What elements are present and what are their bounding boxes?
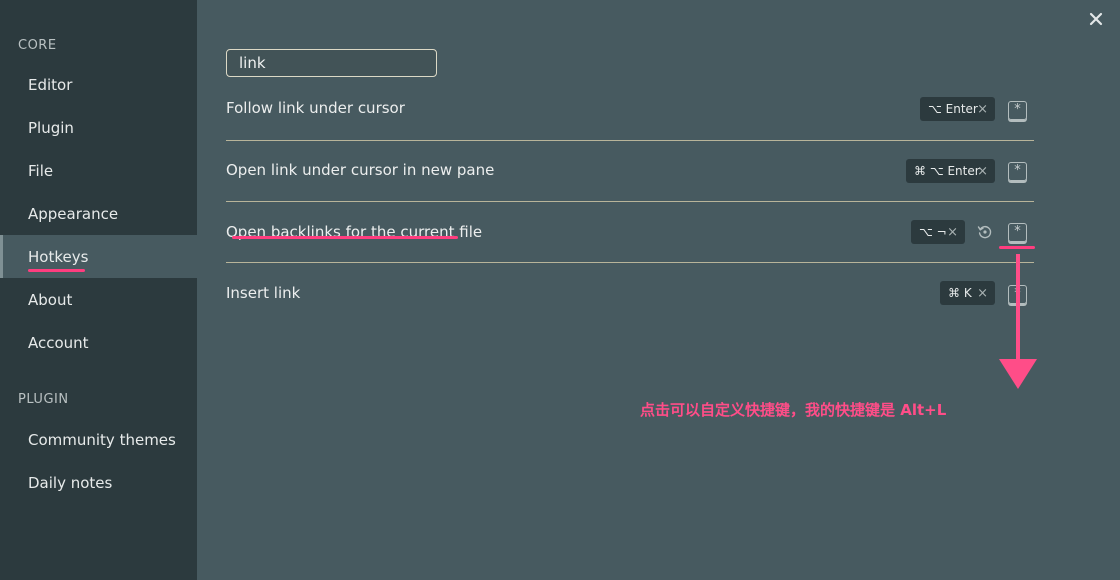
sidebar-item-editor[interactable]: Editor <box>0 63 197 106</box>
annotation-arrow-line <box>1016 254 1020 364</box>
add-hotkey-highlight-underline <box>999 246 1035 249</box>
command-label: Insert link <box>226 284 301 302</box>
hotkey-chip[interactable]: ⌘ ⌥ Enter × <box>906 159 995 183</box>
annotation-arrow-head <box>999 359 1037 389</box>
sidebar-item-community-themes[interactable]: Community themes <box>0 418 197 461</box>
sidebar-item-daily-notes[interactable]: Daily notes <box>0 461 197 504</box>
settings-sidebar: CORE Editor Plugin File Appearance Hotke… <box>0 0 197 580</box>
sidebar-item-label: File <box>28 161 54 180</box>
sidebar-item-label: Editor <box>28 75 73 94</box>
hotkey-text: ⌘ ⌥ Enter <box>914 164 980 178</box>
command-highlight-underline <box>232 236 458 239</box>
sidebar-item-hotkeys[interactable]: Hotkeys <box>0 235 197 278</box>
hotkey-chip[interactable]: ⌥ Enter × <box>920 97 995 121</box>
hotkey-text: ⌥ ¬ <box>919 225 947 239</box>
hotkey-row: Open backlinks for the current file ⌥ ¬ … <box>226 202 1035 263</box>
hotkey-row: Follow link under cursor ⌥ Enter × * <box>226 80 1034 141</box>
remove-hotkey-icon[interactable]: × <box>977 164 988 179</box>
command-label: Open link under cursor in new pane <box>226 161 495 179</box>
sidebar-item-label: Account <box>28 333 89 352</box>
sidebar-section-core: CORE <box>18 38 57 53</box>
sidebar-item-plugin[interactable]: Plugin <box>0 106 197 149</box>
hotkeys-highlight-underline <box>28 269 85 272</box>
remove-hotkey-icon[interactable]: × <box>947 225 958 240</box>
sidebar-item-label: Daily notes <box>28 473 113 492</box>
settings-window: CORE Editor Plugin File Appearance Hotke… <box>0 0 1120 580</box>
add-hotkey-icon[interactable]: * <box>1008 162 1027 181</box>
hotkey-chip[interactable]: ⌥ ¬ × <box>911 220 965 244</box>
sidebar-item-file[interactable]: File <box>0 149 197 192</box>
sidebar-section-plugin: PLUGIN <box>18 392 69 407</box>
sidebar-item-account[interactable]: Account <box>0 321 197 364</box>
sidebar-item-label: Community themes <box>28 430 176 449</box>
sidebar-item-appearance[interactable]: Appearance <box>0 192 197 235</box>
sidebar-item-label: About <box>28 290 73 309</box>
hotkey-row: Insert link ⌘ K × * <box>226 263 1034 324</box>
restore-default-icon-glyph <box>977 225 992 239</box>
sidebar-item-label: Hotkeys <box>28 247 89 266</box>
restore-default-icon[interactable] <box>977 224 993 240</box>
remove-hotkey-icon[interactable]: × <box>977 102 988 117</box>
close-icon-glyph <box>1089 12 1103 26</box>
hotkey-text: ⌥ Enter <box>928 102 978 116</box>
remove-hotkey-icon[interactable]: × <box>977 286 988 301</box>
hotkey-chip[interactable]: ⌘ K × <box>940 281 995 305</box>
hotkey-row: Open link under cursor in new pane ⌘ ⌥ E… <box>226 141 1034 202</box>
sidebar-item-label: Plugin <box>28 118 74 137</box>
hotkey-text: ⌘ K <box>948 286 972 300</box>
hotkey-search-input[interactable] <box>226 49 437 77</box>
annotation-text: 点击可以自定义快捷键，我的快捷键是 Alt+L <box>640 401 947 419</box>
close-icon[interactable] <box>1086 10 1106 30</box>
add-hotkey-icon[interactable]: * <box>1008 101 1027 120</box>
command-label: Follow link under cursor <box>226 99 405 117</box>
sidebar-item-about[interactable]: About <box>0 278 197 321</box>
sidebar-item-label: Appearance <box>28 204 119 223</box>
add-hotkey-icon[interactable]: * <box>1008 223 1027 242</box>
